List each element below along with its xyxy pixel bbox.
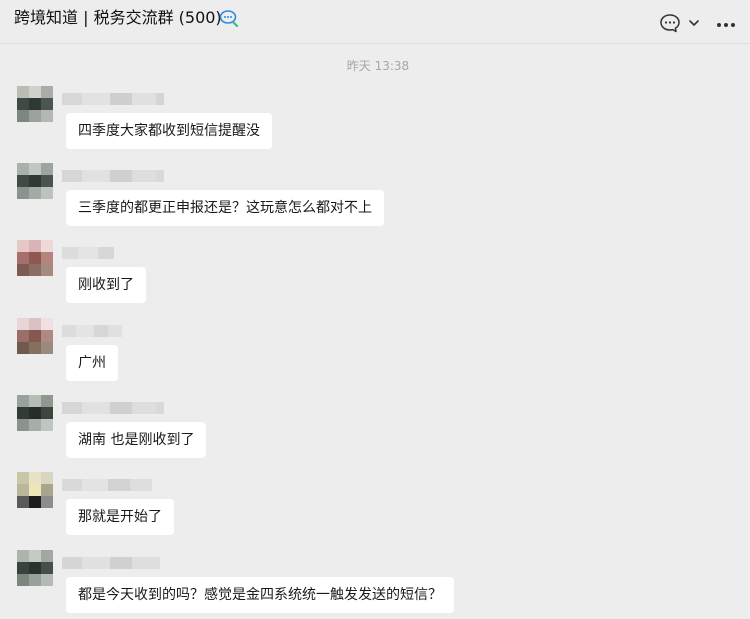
chat-message: 四季度大家都收到短信提醒没 [0,86,750,156]
avatar[interactable] [17,86,53,122]
group-title: 跨境知道 | 税务交流群 (500) [14,8,222,27]
chat-bubble-icon[interactable] [659,13,681,33]
sender-name-blurred [62,557,160,569]
chat-message: 湖南 也是刚收到了 [0,395,750,465]
avatar[interactable] [17,240,53,276]
sender-name-blurred [62,479,152,491]
chat-message: 那就是开始了 [0,472,750,542]
chat-window: 跨境知道 | 税务交流群 (500) 昨天 13:38 四季度大家都收到短信提醒… [0,0,750,619]
avatar[interactable] [17,395,53,431]
sender-name-blurred [62,325,122,337]
message-bubble[interactable]: 刚收到了 [66,267,146,303]
chat-message: 三季度的都更正申报还是？这玩意怎么都对不上 [0,163,750,233]
chat-message: 广州 [0,318,750,388]
chat-search-icon[interactable] [219,9,239,27]
chat-message: 刚收到了 [0,240,750,310]
sender-name-blurred [62,402,164,414]
avatar[interactable] [17,550,53,586]
message-bubble[interactable]: 都是今天收到的吗？感觉是金四系统统一触发发送的短信？ [66,577,454,613]
sender-name-blurred [62,93,164,105]
message-bubble[interactable]: 那就是开始了 [66,499,174,535]
sender-name-blurred [62,247,114,259]
message-bubble[interactable]: 四季度大家都收到短信提醒没 [66,113,272,149]
more-icon[interactable] [715,13,737,33]
avatar[interactable] [17,163,53,199]
sender-name-blurred [62,170,164,182]
chevron-down-icon[interactable] [688,13,700,33]
message-bubble[interactable]: 三季度的都更正申报还是？这玩意怎么都对不上 [66,190,384,226]
chat-message: 都是今天收到的吗？感觉是金四系统统一触发发送的短信？ [0,550,750,619]
message-timestamp: 昨天 13:38 [346,59,410,73]
message-bubble[interactable]: 广州 [66,345,118,381]
avatar[interactable] [17,318,53,354]
message-bubble[interactable]: 湖南 也是刚收到了 [66,422,207,458]
chat-header: 跨境知道 | 税务交流群 (500) [0,0,750,44]
avatar[interactable] [17,472,53,508]
